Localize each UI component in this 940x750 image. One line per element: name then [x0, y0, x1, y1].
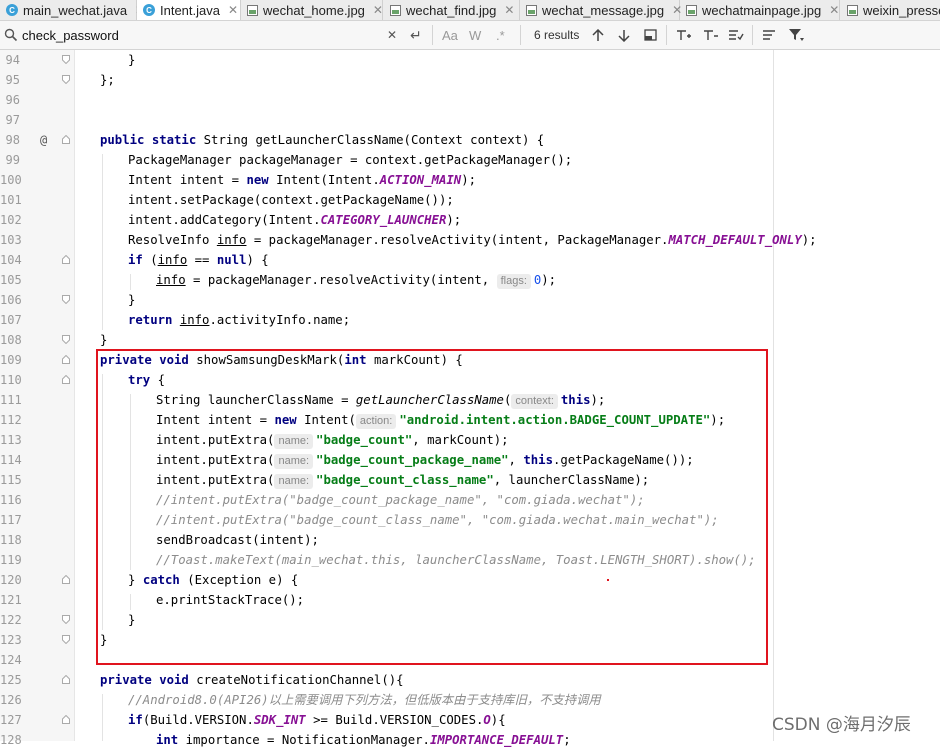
- close-icon[interactable]: ✕: [829, 3, 839, 17]
- image-file-icon: [389, 4, 401, 16]
- filter-lines-icon[interactable]: [762, 21, 776, 49]
- tab-label: main_wechat.java: [23, 2, 128, 18]
- highlight-box: [96, 349, 768, 665]
- fold-end-icon[interactable]: [62, 635, 70, 644]
- image-file-icon: [686, 4, 697, 16]
- match-case-toggle[interactable]: Aa: [442, 21, 458, 49]
- fold-end-icon[interactable]: [62, 335, 70, 344]
- code-line: 95 };: [5, 73, 115, 87]
- tab-wechatmainpage-jpg[interactable]: wechatmainpage.jpg ✕: [680, 0, 840, 20]
- annotation-dot: [607, 579, 609, 581]
- code-line: 103 ResolveInfo info = packageManager.re…: [0, 233, 817, 247]
- image-file-icon: [247, 4, 258, 16]
- select-all-occurrences-icon[interactable]: [644, 21, 657, 49]
- search-results-count: 6 results: [534, 28, 580, 42]
- whole-words-toggle[interactable]: W: [469, 21, 481, 49]
- usage-marker-icon[interactable]: @: [40, 130, 47, 150]
- parameter-hint: flags:: [496, 274, 531, 289]
- tab-label: wechat_find.jpg: [406, 2, 497, 18]
- tab-wechat-home-jpg[interactable]: wechat_home.jpg ✕: [241, 0, 383, 20]
- fold-start-icon[interactable]: [62, 675, 70, 684]
- fold-start-icon[interactable]: [62, 375, 70, 384]
- fold-end-icon[interactable]: [62, 75, 70, 84]
- code-line: 94 }: [5, 53, 136, 67]
- code-line: 106 }: [0, 293, 136, 307]
- find-bar: check_password ✕ ↵ Aa W .* 6 results: [0, 21, 940, 50]
- code-line: 126 //Android8.0(API26)以上需要调用下列方法，但低版本由于…: [0, 693, 601, 707]
- add-occurrence-icon[interactable]: [676, 21, 692, 49]
- watermark: CSDN @海月汐辰: [772, 715, 911, 735]
- regex-toggle[interactable]: .*: [496, 21, 505, 49]
- fold-end-icon[interactable]: [62, 55, 70, 64]
- tab-label: wechat_home.jpg: [263, 2, 365, 18]
- code-line: 96: [5, 93, 20, 107]
- close-icon[interactable]: ✕: [228, 3, 238, 17]
- close-icon[interactable]: ✕: [373, 3, 383, 17]
- filter-icon[interactable]: [788, 21, 804, 49]
- fold-start-icon[interactable]: [62, 575, 70, 584]
- java-class-icon: C: [143, 4, 155, 16]
- search-input[interactable]: check_password: [22, 21, 119, 49]
- fold-start-icon[interactable]: [62, 355, 70, 364]
- search-icon: [4, 21, 18, 49]
- tab-wechat-find-jpg[interactable]: wechat_find.jpg ✕: [383, 0, 520, 20]
- close-icon[interactable]: ✕: [504, 3, 514, 17]
- fold-start-icon[interactable]: [62, 255, 70, 264]
- remove-occurrence-icon[interactable]: [703, 21, 719, 49]
- tab-label: wechat_message.jpg: [542, 2, 665, 18]
- tab-wechat-message-jpg[interactable]: wechat_message.jpg ✕: [520, 0, 682, 20]
- new-line-icon[interactable]: ↵: [410, 21, 422, 49]
- code-line: 99 PackageManager packageManager = conte…: [5, 153, 573, 167]
- tab-intent-java[interactable]: C Intent.java ✕: [137, 0, 241, 20]
- code-line: 101 intent.setPackage(context.getPackage…: [0, 193, 454, 207]
- fold-end-icon[interactable]: [62, 295, 70, 304]
- code-line: 102 intent.addCategory(Intent.CATEGORY_L…: [0, 213, 462, 227]
- fold-start-icon[interactable]: [62, 715, 70, 724]
- tab-main-wechat-java[interactable]: C main_wechat.java ✕: [0, 0, 145, 20]
- tab-label: weixin_presse: [863, 2, 940, 18]
- tab-weixin-presse[interactable]: weixin_presse: [840, 0, 940, 20]
- code-line: 97: [5, 113, 20, 127]
- code-line: 98 @ public static String getLauncherCla…: [0, 130, 940, 150]
- tab-label: Intent.java: [160, 2, 220, 18]
- fold-end-icon[interactable]: [62, 615, 70, 624]
- code-line: 125 private void createNotificationChann…: [0, 673, 404, 687]
- select-all-icon[interactable]: [728, 21, 744, 49]
- code-line: 104 if (info == null) {: [0, 253, 269, 267]
- arrow-down-icon[interactable]: [618, 21, 630, 49]
- editor-tab-bar: C main_wechat.java ✕ C Intent.java ✕ wec…: [0, 0, 940, 21]
- tab-label: wechatmainpage.jpg: [702, 2, 822, 18]
- image-file-icon: [526, 4, 537, 16]
- fold-start-icon[interactable]: [62, 135, 70, 144]
- image-file-icon: [846, 4, 858, 16]
- code-line: 100 Intent intent = new Intent(Intent.AC…: [0, 173, 476, 187]
- clear-search-icon[interactable]: ✕: [387, 21, 397, 49]
- code-line: 105 info = packageManager.resolveActivit…: [0, 273, 557, 289]
- code-line: 107 return info.activityInfo.name;: [0, 313, 351, 327]
- java-class-icon: C: [6, 4, 18, 16]
- arrow-up-icon[interactable]: [592, 21, 604, 49]
- code-line: 108 }: [0, 333, 108, 347]
